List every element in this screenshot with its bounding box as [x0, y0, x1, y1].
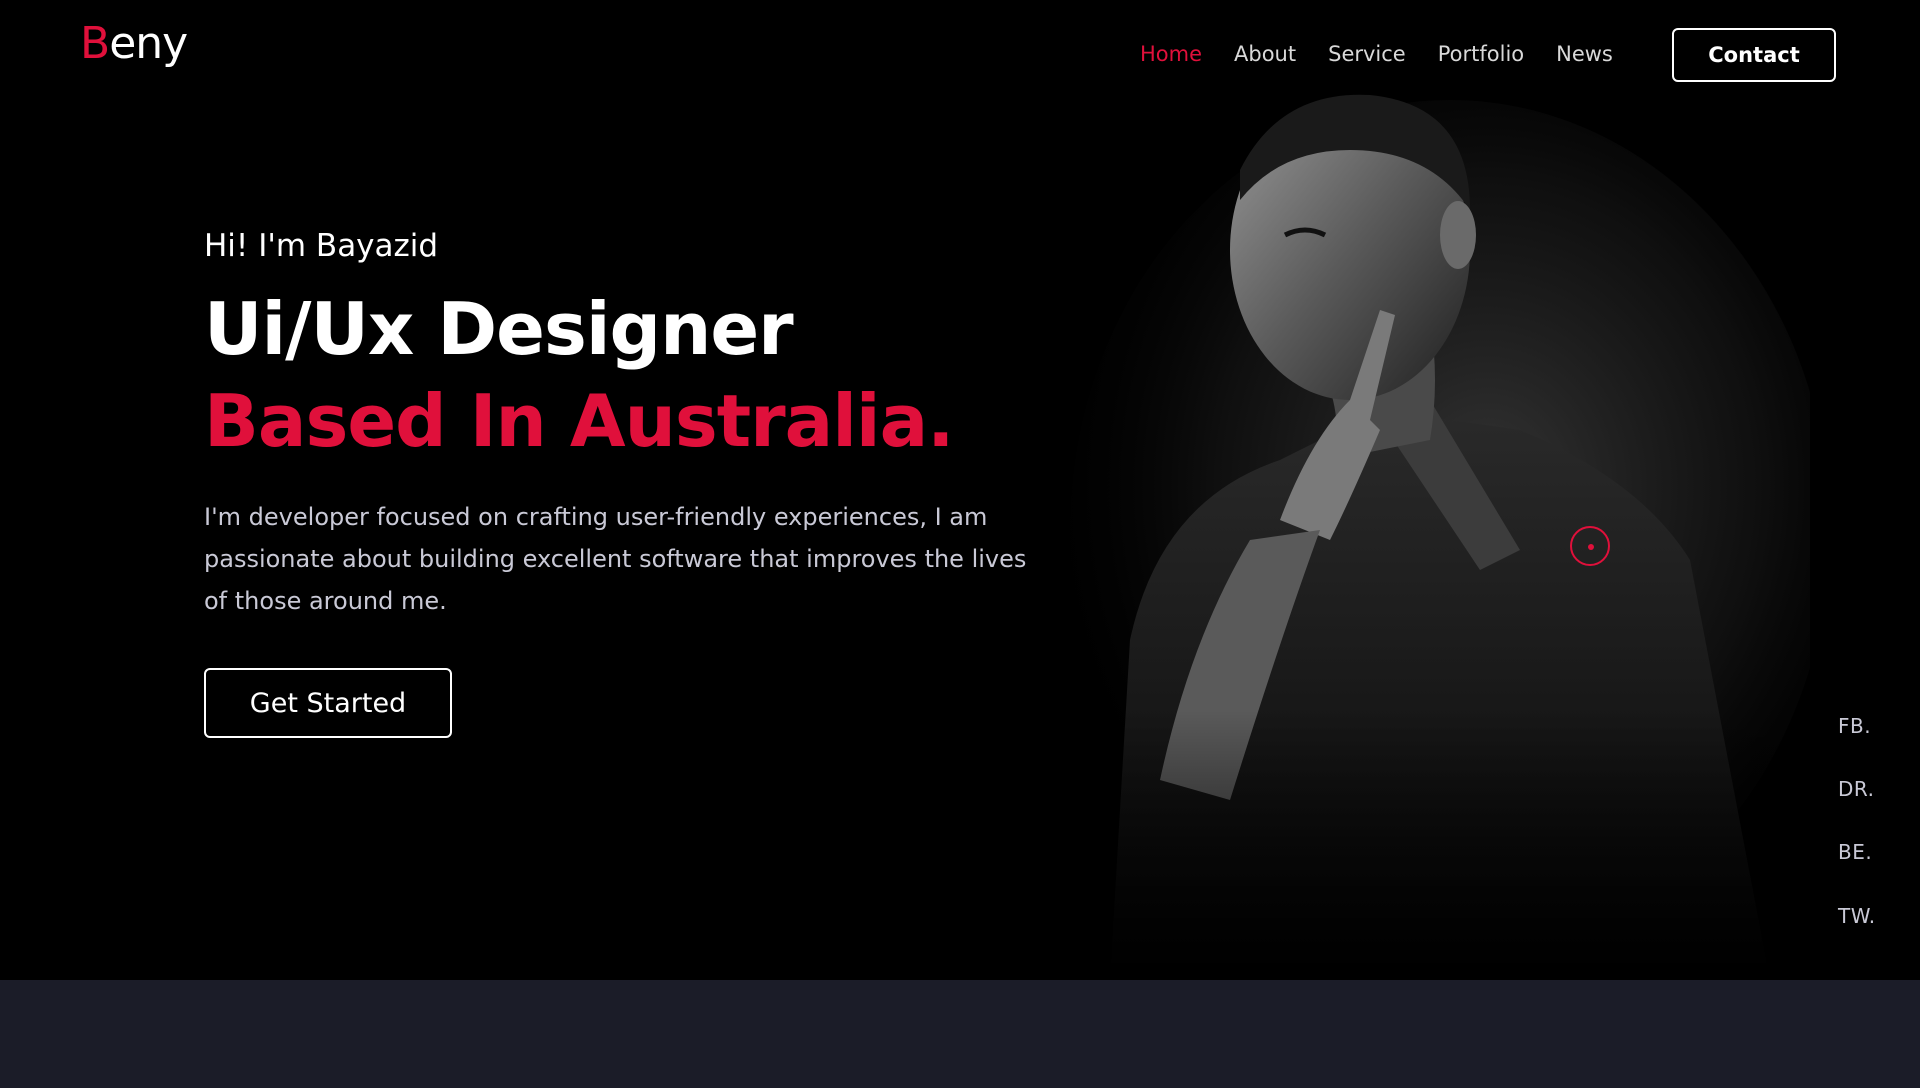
hero-title-accent: Based In Australia. [204, 379, 955, 463]
get-started-button[interactable]: Get Started [204, 668, 452, 738]
portrait-image [1050, 80, 1810, 980]
next-section [0, 980, 1920, 1088]
cursor-dot [1588, 544, 1594, 550]
nav-news[interactable]: News [1556, 36, 1613, 72]
nav-about[interactable]: About [1234, 36, 1296, 72]
hero-description: I'm developer focused on crafting user-f… [204, 503, 1027, 615]
social-link-twitter[interactable]: TW. [1838, 904, 1876, 928]
logo-initial: B [80, 18, 110, 69]
main-nav: Home About Service Portfolio News [1140, 36, 1645, 72]
logo[interactable]: Beny [80, 22, 188, 66]
hero-section: Beny Home About Service Portfolio News C… [0, 0, 1920, 980]
social-link-facebook[interactable]: FB. [1838, 714, 1871, 738]
nav-service[interactable]: Service [1328, 36, 1406, 72]
contact-button[interactable]: Contact [1672, 28, 1836, 82]
nav-home[interactable]: Home [1140, 36, 1202, 72]
hero-greeting: Hi! I'm Bayazid [204, 228, 439, 264]
cursor-ring [1570, 526, 1610, 566]
logo-text: eny [109, 18, 188, 69]
social-link-behance[interactable]: BE. [1838, 840, 1872, 864]
hero-title: Ui/Ux Designer [204, 287, 794, 371]
nav-portfolio[interactable]: Portfolio [1438, 36, 1524, 72]
social-link-dribbble[interactable]: DR. [1838, 777, 1874, 801]
